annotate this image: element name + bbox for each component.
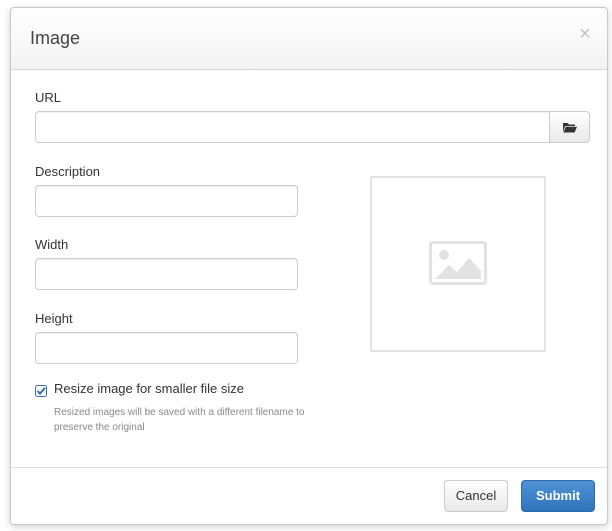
resize-checkbox-label[interactable]: Resize image for smaller file size — [54, 381, 244, 396]
image-preview — [370, 176, 546, 352]
dialog-title: Image — [30, 28, 81, 48]
resize-checkbox[interactable] — [35, 385, 47, 397]
dialog-footer: Cancel Submit — [11, 467, 607, 524]
url-label: URL — [35, 90, 62, 105]
description-label: Description — [35, 164, 101, 179]
submit-button[interactable]: Submit — [521, 480, 595, 512]
dialog-header: Image × — [11, 8, 607, 70]
width-input[interactable] — [35, 258, 298, 290]
width-label: Width — [35, 237, 69, 252]
url-input[interactable] — [35, 111, 550, 143]
cancel-button[interactable]: Cancel — [444, 480, 508, 512]
height-input[interactable] — [35, 332, 298, 364]
description-input[interactable] — [35, 185, 298, 217]
browse-button[interactable] — [550, 111, 590, 143]
height-label: Height — [35, 311, 73, 326]
folder-open-icon — [563, 123, 577, 133]
image-placeholder-icon — [429, 241, 487, 285]
close-icon[interactable]: × — [575, 24, 595, 44]
image-dialog: Image × URL Description Width Height Res… — [10, 7, 608, 525]
resize-help-text: Resized images will be saved with a diff… — [54, 407, 305, 433]
